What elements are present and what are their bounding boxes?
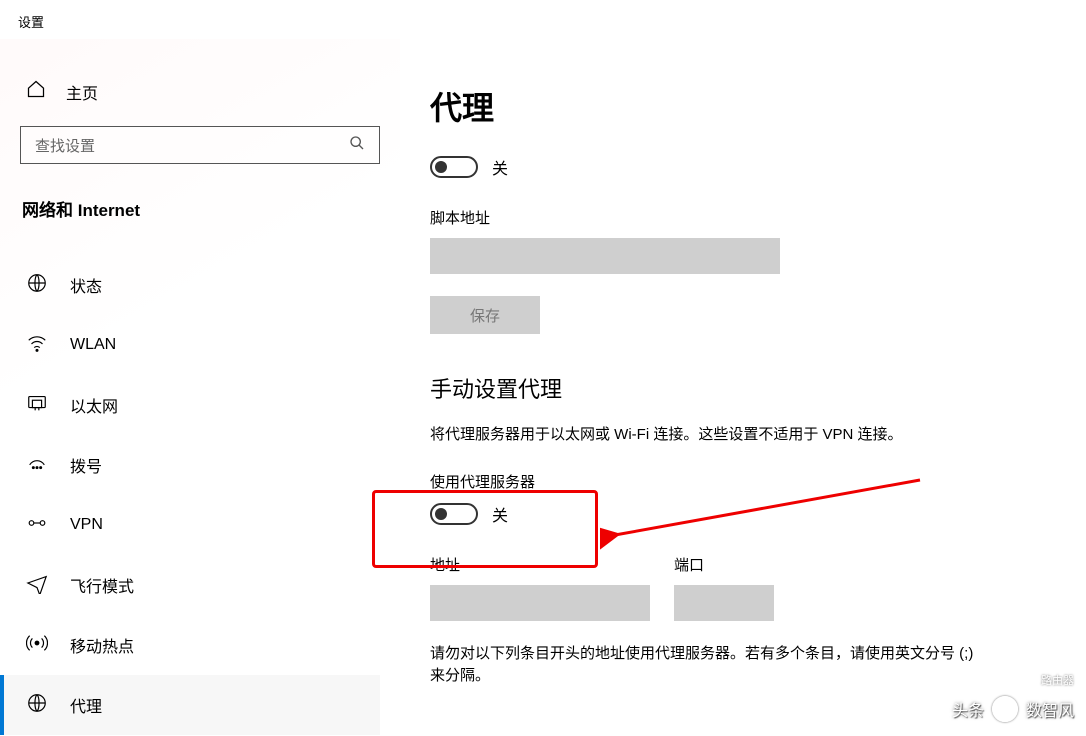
manual-section-title: 手动设置代理 [430,372,1056,404]
use-proxy-toggle[interactable] [430,503,478,525]
watermark: 头条 数智风 [952,696,1074,722]
watermark-text2: 数智风 [1026,697,1074,721]
vpn-icon [26,512,48,539]
use-proxy-label: 使用代理服务器 [430,471,1056,492]
address-input[interactable] [430,585,650,621]
sidebar-item-vpn[interactable]: VPN [20,495,380,555]
search-input[interactable]: 查找设置 [20,126,380,164]
script-address-label: 脚本地址 [430,207,1056,228]
nav-label: 拨号 [70,453,102,477]
sidebar-item-proxy[interactable]: 代理 [0,675,380,735]
watermark-small: 路由器 [1041,672,1074,688]
dialup-icon [26,452,48,479]
sidebar-item-hotspot[interactable]: 移动热点 [20,615,380,675]
exceptions-text: 请勿对以下列条目开头的地址使用代理服务器。若有多个条目，请使用英文分号 (;) … [430,643,990,688]
sidebar-item-wlan[interactable]: WLAN [20,315,380,375]
manual-description: 将代理服务器用于以太网或 Wi-Fi 连接。这些设置不适用于 VPN 连接。 [430,424,990,447]
nav-label: 代理 [70,693,102,717]
watermark-logo-icon [992,696,1018,722]
search-icon [349,135,365,155]
watermark-text1: 头条 [952,697,984,721]
auto-detect-toggle[interactable] [430,156,478,178]
airplane-icon [26,572,48,599]
page-title: 代理 [430,83,1056,129]
wifi-icon [26,332,48,359]
save-button[interactable]: 保存 [430,296,540,334]
nav-label: VPN [70,516,103,534]
nav-label: 状态 [70,273,102,297]
port-label: 端口 [674,554,774,575]
home-label: 主页 [66,80,98,104]
sidebar: 主页 查找设置 网络和 Internet 状态 WLAN 以太网 [0,39,400,735]
home-icon [26,79,46,104]
sidebar-item-dialup[interactable]: 拨号 [20,435,380,495]
window-title: 设置 [0,0,1086,39]
port-input[interactable] [674,585,774,621]
script-address-input[interactable] [430,238,780,274]
sidebar-item-home[interactable]: 主页 [20,39,380,126]
address-label: 地址 [430,554,650,575]
hotspot-icon [26,632,48,659]
auto-detect-state: 关 [492,155,508,179]
sidebar-item-status[interactable]: 状态 [20,255,380,315]
content-area: 代理 关 脚本地址 保存 手动设置代理 将代理服务器用于以太网或 Wi-Fi 连… [400,39,1086,735]
nav-label: 飞行模式 [70,573,134,597]
use-proxy-state: 关 [492,502,508,526]
nav-label: 以太网 [70,393,118,417]
globe-icon [26,272,48,299]
sidebar-item-ethernet[interactable]: 以太网 [20,375,380,435]
ethernet-icon [26,392,48,419]
proxy-icon [26,692,48,719]
sidebar-item-airplane[interactable]: 飞行模式 [20,555,380,615]
nav-label: WLAN [70,336,116,354]
nav-label: 移动热点 [70,633,134,657]
sidebar-category: 网络和 Internet [20,164,380,239]
search-placeholder: 查找设置 [35,135,95,156]
